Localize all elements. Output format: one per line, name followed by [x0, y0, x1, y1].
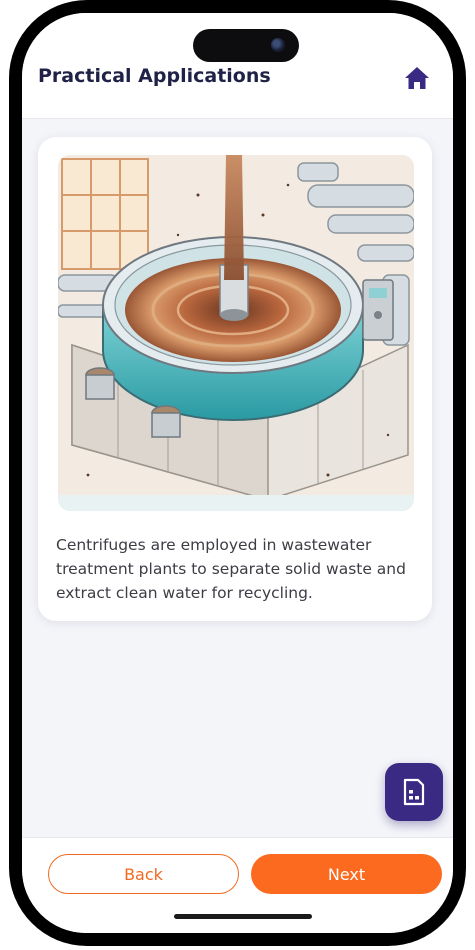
- home-button[interactable]: [402, 63, 432, 93]
- dynamic-island: [193, 29, 299, 62]
- content-card: Centrifuges are employed in wastewater t…: [38, 137, 432, 621]
- notes-icon: [403, 778, 425, 806]
- camera-lens: [271, 38, 285, 52]
- bottom-navigation: Back Next: [22, 837, 453, 933]
- phone-frame: Practical Applications Centrifuges are e…: [9, 0, 466, 946]
- description-text: Centrifuges are employed in wastewater t…: [56, 536, 406, 602]
- next-button[interactable]: Next: [251, 854, 442, 894]
- page-title: Practical Applications: [38, 65, 271, 87]
- home-icon: [405, 67, 429, 89]
- home-indicator: [174, 914, 312, 919]
- back-button[interactable]: Back: [48, 854, 239, 894]
- centrifuge-illustration: [58, 155, 414, 511]
- notes-button[interactable]: [385, 763, 443, 821]
- app-screen: Practical Applications Centrifuges are e…: [22, 13, 453, 933]
